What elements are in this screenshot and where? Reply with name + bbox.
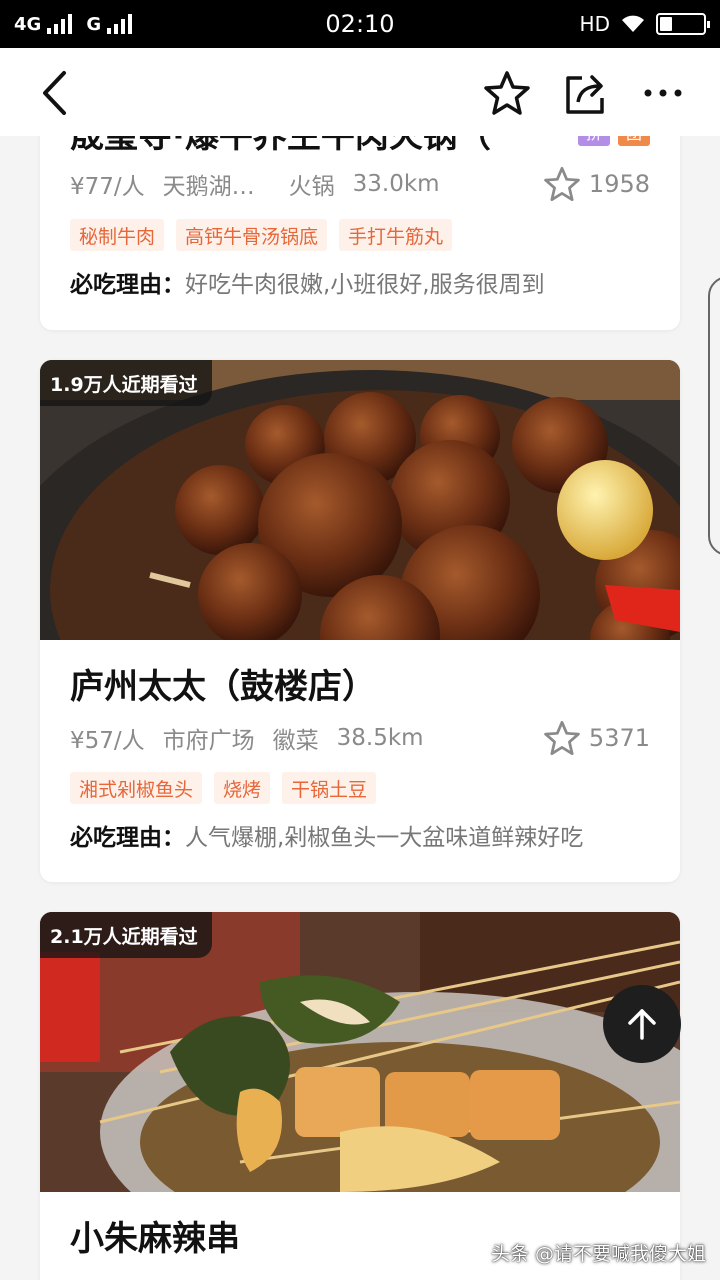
arrow-up-icon — [628, 1009, 656, 1040]
reason-label: 必吃理由： — [70, 272, 185, 298]
star-icon — [484, 71, 530, 115]
status-right: HD — [579, 12, 710, 36]
recent-views-badge: 1.9万人近期看过 — [40, 360, 212, 406]
favorite-count[interactable]: 1958 — [543, 164, 650, 204]
reason-text: 好吃牛肉很嫩,小班很好,服务很周到 — [185, 272, 545, 298]
signal-bars-icon — [107, 14, 133, 34]
group-buy-badge: 团 — [618, 136, 650, 146]
must-eat-reason: 必吃理由：人气爆棚,剁椒鱼头一大盆味道鲜辣好吃 — [70, 818, 650, 852]
restaurant-name: 庐州太太（鼓楼店） — [70, 667, 376, 707]
hd-label: HD — [579, 12, 610, 36]
dish-tag: 手打牛筋丸 — [339, 219, 453, 251]
side-scroll-handle[interactable] — [708, 276, 720, 556]
restaurant-list[interactable]: 晟玺寺·爆牛养生牛肉火锅（ 拼 团 ¥77/人 天鹅湖… 火锅 33.0km 1… — [0, 136, 720, 1280]
status-bar: 4G G 02:10 HD — [0, 0, 720, 48]
back-arrow-icon — [43, 71, 66, 115]
dish-tag: 高钙牛骨汤锅底 — [176, 219, 328, 251]
cuisine: 火锅 — [288, 174, 335, 200]
nav-bar — [0, 48, 720, 136]
star-outline-icon — [544, 720, 580, 756]
favorite-number: 5371 — [588, 724, 650, 752]
price: ¥77/人 — [70, 174, 145, 200]
reason-label: 必吃理由： — [70, 825, 185, 851]
favorite-button[interactable] — [482, 68, 532, 118]
recent-views-badge: 2.1万人近期看过 — [40, 912, 212, 958]
restaurant-name: 晟玺寺·爆牛养生牛肉火锅（ — [70, 136, 491, 156]
more-icon — [644, 89, 682, 97]
restaurant-photo[interactable]: 1.9万人近期看过 — [40, 360, 680, 640]
battery-icon — [656, 13, 710, 35]
restaurant-card[interactable]: 1.9万人近期看过 庐州太太（鼓楼店） ¥57/人 市府广场 徽菜 38.5km… — [40, 360, 680, 882]
must-eat-reason: 必吃理由：好吃牛肉很嫩,小班很好,服务很周到 — [70, 265, 650, 299]
area: 天鹅湖… — [162, 174, 255, 200]
reason-text: 人气爆棚,剁椒鱼头一大盆味道鲜辣好吃 — [185, 825, 584, 851]
restaurant-card[interactable]: 晟玺寺·爆牛养生牛肉火锅（ 拼 团 ¥77/人 天鹅湖… 火锅 33.0km 1… — [40, 136, 680, 330]
dish-tag: 干锅土豆 — [282, 772, 377, 804]
dish-tag: 湘式剁椒鱼头 — [70, 772, 203, 804]
tag-list: 秘制牛肉 高钙牛骨汤锅底 手打牛筋丸 — [70, 219, 650, 251]
share-icon — [566, 75, 604, 114]
area: 市府广场 — [162, 728, 255, 754]
back-to-top-button[interactable] — [603, 985, 681, 1063]
watermark-text: 头条 @请不要喊我傻大姐 — [490, 1243, 706, 1265]
restaurant-photo[interactable]: 2.1万人近期看过 — [40, 912, 680, 1192]
distance: 38.5km — [336, 725, 424, 751]
more-button[interactable] — [638, 68, 688, 118]
price: ¥57/人 — [70, 728, 145, 754]
signal-bars-icon — [47, 14, 73, 34]
back-button[interactable] — [30, 68, 80, 118]
network-label-g: G — [86, 13, 102, 35]
cuisine: 徽菜 — [272, 728, 319, 754]
favorite-number: 1958 — [588, 170, 650, 198]
signal-group: 4G G — [14, 13, 133, 35]
dish-tag: 秘制牛肉 — [70, 219, 165, 251]
favorite-count[interactable]: 5371 — [543, 718, 650, 758]
share-button[interactable] — [560, 68, 610, 118]
tag-list: 湘式剁椒鱼头 烧烤 干锅土豆 — [70, 772, 650, 804]
network-label-4g: 4G — [14, 13, 42, 35]
restaurant-meta: ¥77/人 天鹅湖… 火锅 33.0km 1958 — [70, 164, 650, 204]
restaurant-card[interactable]: 2.1万人近期看过 小朱麻辣串 — [40, 912, 680, 1280]
wifi-icon — [622, 15, 644, 32]
pin-badge: 拼 — [578, 136, 610, 146]
distance: 33.0km — [352, 171, 440, 197]
star-outline-icon — [544, 166, 580, 202]
dish-tag: 烧烤 — [214, 772, 271, 804]
restaurant-meta: ¥57/人 市府广场 徽菜 38.5km 5371 — [70, 718, 650, 758]
